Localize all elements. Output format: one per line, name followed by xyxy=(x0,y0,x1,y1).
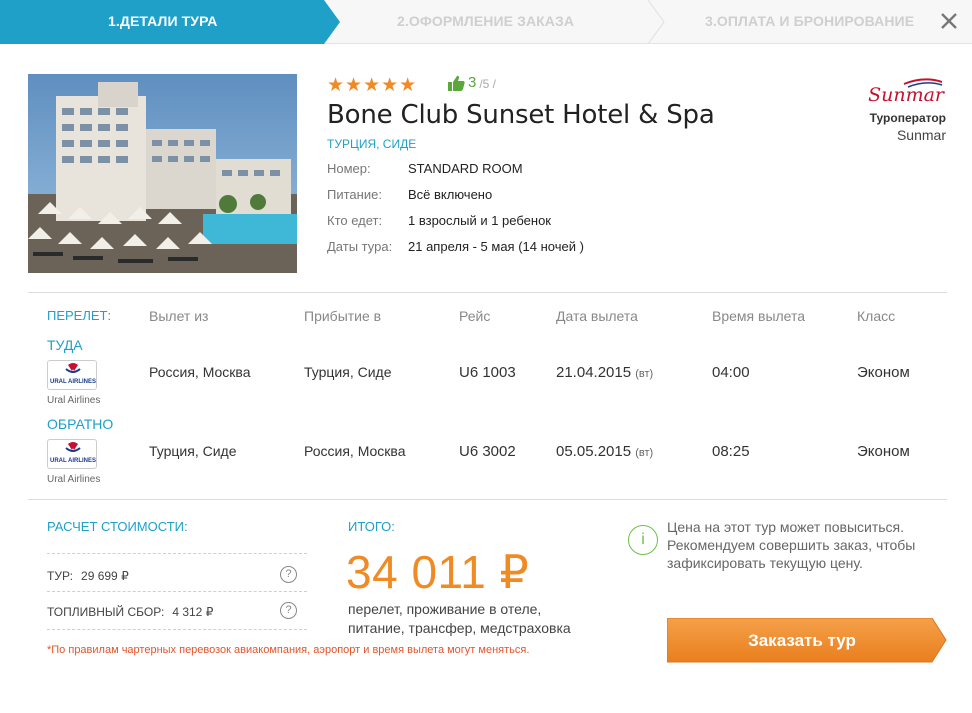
leg-date: 05.05.2015 (вт) xyxy=(556,443,653,460)
step-separator xyxy=(648,0,665,44)
close-button[interactable] xyxy=(938,9,960,33)
hotel-photo[interactable] xyxy=(28,74,297,273)
detail-value: Всё включено xyxy=(408,187,493,202)
leg-direction-outbound: Туда xyxy=(47,337,83,353)
col-departure-from: Вылет из xyxy=(149,308,209,324)
close-icon xyxy=(941,13,957,29)
leg-direction-return: Обратно xyxy=(47,416,114,432)
operator-logo: Sunmar xyxy=(856,78,946,106)
step-1-label: 1.ДЕТАЛИ ТУРА xyxy=(108,13,218,29)
hotel-name: Bone Club Sunset Hotel & Spa xyxy=(327,100,715,130)
help-icon[interactable]: ? xyxy=(280,566,297,583)
hotel-photo-image xyxy=(28,74,297,273)
thumbs-up-icon xyxy=(448,75,465,91)
total-description: перелет, проживание в отеле, питание, тр… xyxy=(348,601,571,636)
airline-logo: URAL AIRLINES xyxy=(47,439,97,469)
detail-label: Номер: xyxy=(327,161,371,176)
leg-class: Эконом xyxy=(857,364,910,381)
cost-row-fuel: Топливный сбор: 4 312 ₽ ? xyxy=(47,602,307,619)
col-class: Класс xyxy=(857,308,896,324)
cost-row-tour: Тур: 29 699 ₽ ? xyxy=(47,566,307,583)
ural-airlines-logo-icon: URAL AIRLINES xyxy=(50,363,96,385)
total-amount: 34 011 ₽ xyxy=(346,546,530,598)
rating-max: /5 / xyxy=(479,77,497,91)
col-departure-date: Дата вылета xyxy=(556,308,638,324)
leg-class: Эконом xyxy=(857,443,910,460)
leg-to: Турция, Сиде xyxy=(304,364,392,380)
operator-name: Sunmar xyxy=(896,127,946,143)
cost-value: 29 699 ₽ xyxy=(81,569,129,583)
col-departure-time: Время вылета xyxy=(712,308,806,324)
operator-logo-text: Sunmar xyxy=(868,84,944,106)
leg-weekday: (вт) xyxy=(635,447,654,459)
info-icon: i xyxy=(628,525,658,555)
detail-value: 1 взрослый и 1 ребенок xyxy=(408,213,551,228)
leg-to: Россия, Москва xyxy=(304,443,406,459)
hotel-rating[interactable]: 3 /5 / xyxy=(448,74,496,91)
dashed-divider xyxy=(47,591,307,592)
rating-value: 3 xyxy=(468,74,477,91)
cost-value: 4 312 ₽ xyxy=(172,605,214,619)
detail-label: Питание: xyxy=(327,187,382,202)
leg-date: 21.04.2015 (вт) xyxy=(556,364,653,381)
help-icon[interactable]: ? xyxy=(280,602,297,619)
price-warning-text: Цена на этот тур может повыситься. Реком… xyxy=(667,519,916,571)
step-2-label[interactable]: 2.ОФОРМЛЕНИЕ ЗАКАЗА xyxy=(397,13,574,29)
airline-name: Ural Airlines xyxy=(47,474,101,485)
order-tour-button[interactable]: Заказать тур xyxy=(667,618,947,663)
step-3-label[interactable]: 3.ОПЛАТА И БРОНИРОВАНИЕ xyxy=(705,13,914,29)
airline-logo-text: URAL AIRLINES xyxy=(50,379,96,385)
hotel-stars: ★★★★★ xyxy=(327,75,418,96)
leg-from: Россия, Москва xyxy=(149,364,251,380)
total-title: Итого: xyxy=(348,519,395,534)
order-tour-label: Заказать тур xyxy=(748,631,856,650)
flights-section-label: Перелет: xyxy=(47,308,112,323)
divider xyxy=(28,292,947,293)
airline-logo: URAL AIRLINES xyxy=(47,360,97,390)
col-flight: Рейс xyxy=(459,308,491,324)
operator-label: Туроператор xyxy=(869,111,946,125)
detail-label: Даты тура: xyxy=(327,239,393,254)
ural-airlines-logo-icon: URAL AIRLINES xyxy=(50,442,96,464)
dashed-divider xyxy=(47,629,307,630)
dashed-divider xyxy=(47,553,307,554)
leg-flight-number: U6 3002 xyxy=(459,443,516,460)
cost-calculation-title: Расчет стоимости: xyxy=(47,519,188,534)
leg-time: 08:25 xyxy=(712,443,750,460)
step-tour-details[interactable]: 1.ДЕТАЛИ ТУРА xyxy=(0,0,340,44)
airline-logo-text: URAL AIRLINES xyxy=(50,458,96,464)
divider xyxy=(28,499,947,500)
leg-from: Турция, Сиде xyxy=(149,443,237,459)
detail-value: STANDARD ROOM xyxy=(408,161,523,176)
hotel-location[interactable]: Турция, Сиде xyxy=(327,137,416,151)
leg-date-value: 21.04.2015 xyxy=(556,364,632,381)
leg-flight-number: U6 1003 xyxy=(459,364,516,381)
leg-date-value: 05.05.2015 xyxy=(556,443,632,460)
leg-time: 04:00 xyxy=(712,364,750,381)
leg-weekday: (вт) xyxy=(635,368,654,380)
tour-operator: Sunmar Туроператор Sunmar xyxy=(856,78,946,143)
charter-note: *По правилам чартерных перевозок авиаком… xyxy=(47,644,530,656)
detail-value: 21 апреля - 5 мая (14 ночей ) xyxy=(408,239,584,254)
cost-label: Топливный сбор: xyxy=(47,605,165,619)
steps-bar: 1.ДЕТАЛИ ТУРА 2.ОФОРМЛЕНИЕ ЗАКАЗА 3.ОПЛА… xyxy=(0,0,972,44)
detail-label: Кто едет: xyxy=(327,213,383,228)
cost-label: Тур: xyxy=(47,569,74,583)
airline-name: Ural Airlines xyxy=(47,395,101,406)
col-arrival-to: Прибытие в xyxy=(304,308,382,324)
